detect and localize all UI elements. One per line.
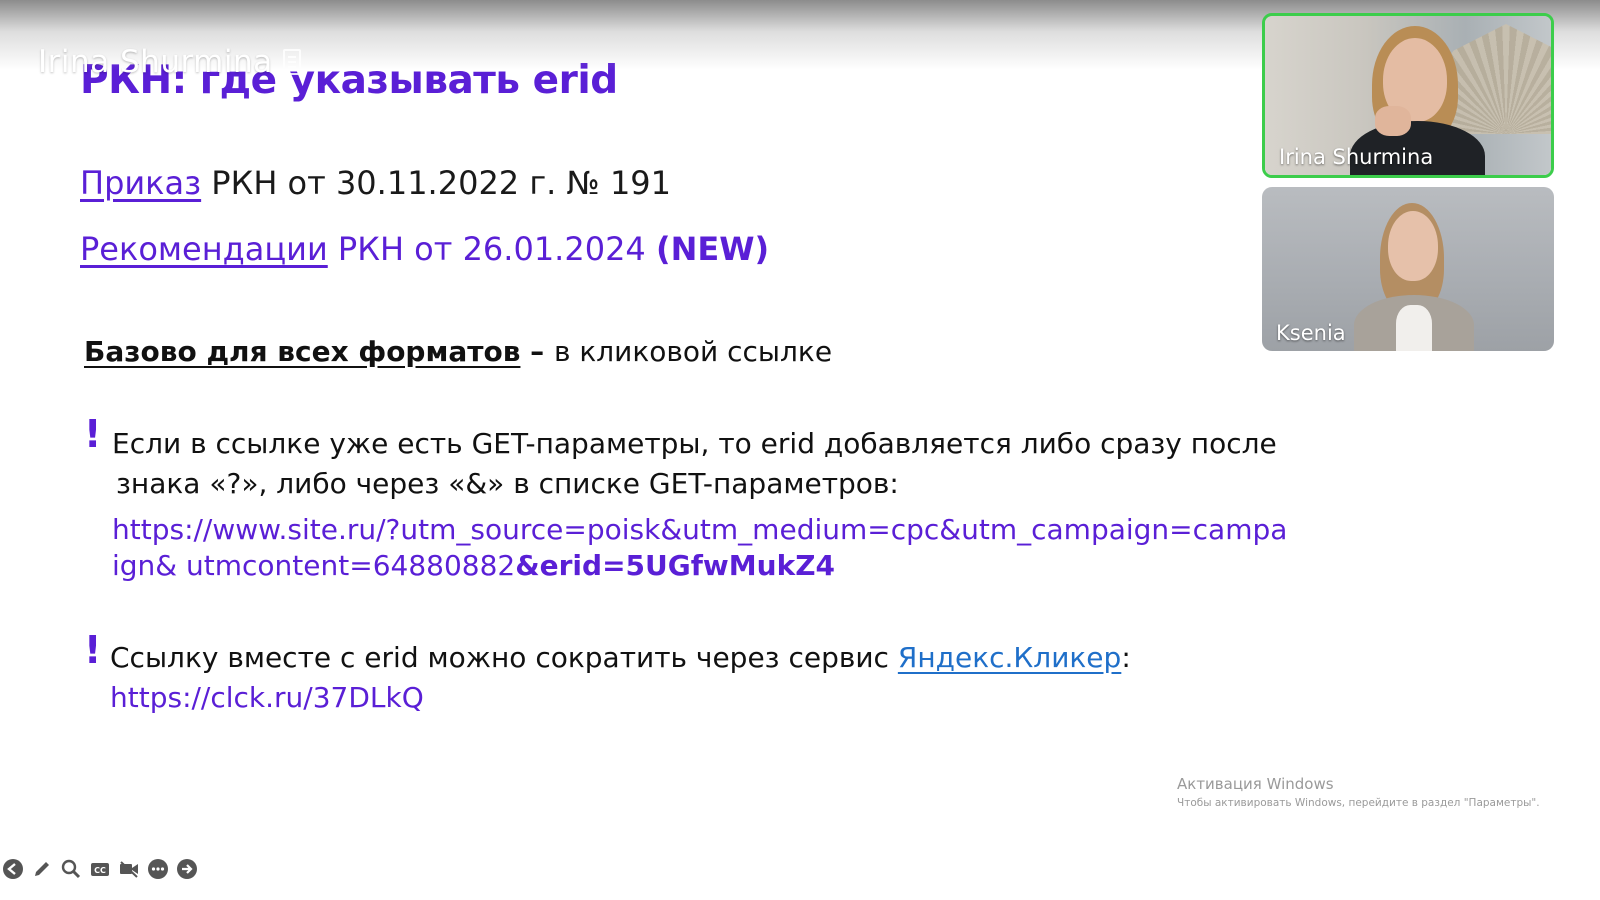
participant-name: Irina Shurmina (1279, 145, 1434, 169)
base-formats-dash: – (520, 335, 554, 368)
participant-name: Ksenia (1276, 321, 1346, 345)
zoom-icon (61, 859, 81, 879)
shortener-line: Ссылку вместе с erid можно сократить чер… (110, 638, 1300, 678)
yandex-clicker-link[interactable]: Яндекс.Кликер (898, 641, 1121, 674)
example-url-erid: &erid=5UGfwMukZ4 (515, 549, 835, 582)
new-badge-text: (NEW) (655, 230, 770, 268)
more-icon (148, 859, 168, 879)
shortener-text: Ссылку вместе с erid можно сократить чер… (110, 641, 898, 674)
recommendations-line: Рекомендации РКН от 26.01.2024 (NEW) (80, 230, 769, 268)
shortener-colon: : (1121, 641, 1131, 674)
active-speaker-label: Irina Shurmina (38, 44, 301, 80)
base-formats-heading: Базово для всех форматов (84, 335, 521, 368)
example-url[interactable]: https://www.site.ru/?utm_source=poisk&ut… (112, 512, 1292, 584)
order-line: Приказ РКН от 30.11.2022 г. № 191 (80, 164, 671, 202)
shortener-block: Ссылку вместе с erid можно сократить чер… (110, 638, 1300, 718)
recommendations-link[interactable]: Рекомендации (80, 230, 328, 268)
base-formats-text: в кликовой ссылке (553, 335, 833, 368)
recommendations-line-text: РКН от 26.01.2024 (327, 230, 656, 268)
windows-activation-hint: Чтобы активировать Windows, перейдите в … (1177, 797, 1540, 809)
order-line-text: РКН от 30.11.2022 г. № 191 (201, 164, 672, 202)
zoom-button[interactable] (60, 858, 82, 880)
presentation-toolbar: CC (2, 858, 198, 880)
active-speaker-name: Irina Shurmina (38, 44, 273, 80)
pen-icon (35, 862, 49, 876)
short-url[interactable]: https://clck.ru/37DLkQ (110, 678, 1300, 718)
participant-tile-irina[interactable]: Irina Shurmina (1262, 13, 1554, 178)
order-link[interactable]: Приказ (80, 164, 201, 202)
back-icon (3, 859, 23, 879)
back-button[interactable] (2, 858, 24, 880)
get-params-block: Если в ссылке уже есть GET-параметры, то… (112, 424, 1302, 584)
camera-button[interactable] (118, 858, 140, 880)
presentation-slide: РКН: где указывать erid Приказ РКН от 30… (0, 0, 1290, 900)
forward-icon (177, 859, 197, 879)
windows-activation-title: Активация Windows (1177, 775, 1334, 793)
more-button[interactable] (147, 858, 169, 880)
camera-icon (120, 861, 138, 878)
pen-button[interactable] (31, 858, 53, 880)
base-formats-line: Базово для всех форматов – в кликовой сс… (84, 335, 832, 368)
get-params-line-b: знака «?», либо через «&» в списке GET-п… (116, 467, 899, 500)
captions-button[interactable]: CC (89, 858, 111, 880)
exclamation-mark-2: ! (84, 628, 102, 672)
captions-icon: CC (91, 863, 109, 876)
participant-tile-ksenia[interactable]: Ksenia (1262, 187, 1554, 351)
forward-button[interactable] (176, 858, 198, 880)
svg-text:CC: CC (94, 866, 106, 875)
exclamation-mark-1: ! (84, 412, 102, 456)
document-icon (282, 49, 301, 75)
meeting-stage: РКН: где указывать erid Приказ РКН от 30… (0, 0, 1600, 900)
get-params-line-a: Если в ссылке уже есть GET-параметры, то… (112, 427, 1277, 460)
